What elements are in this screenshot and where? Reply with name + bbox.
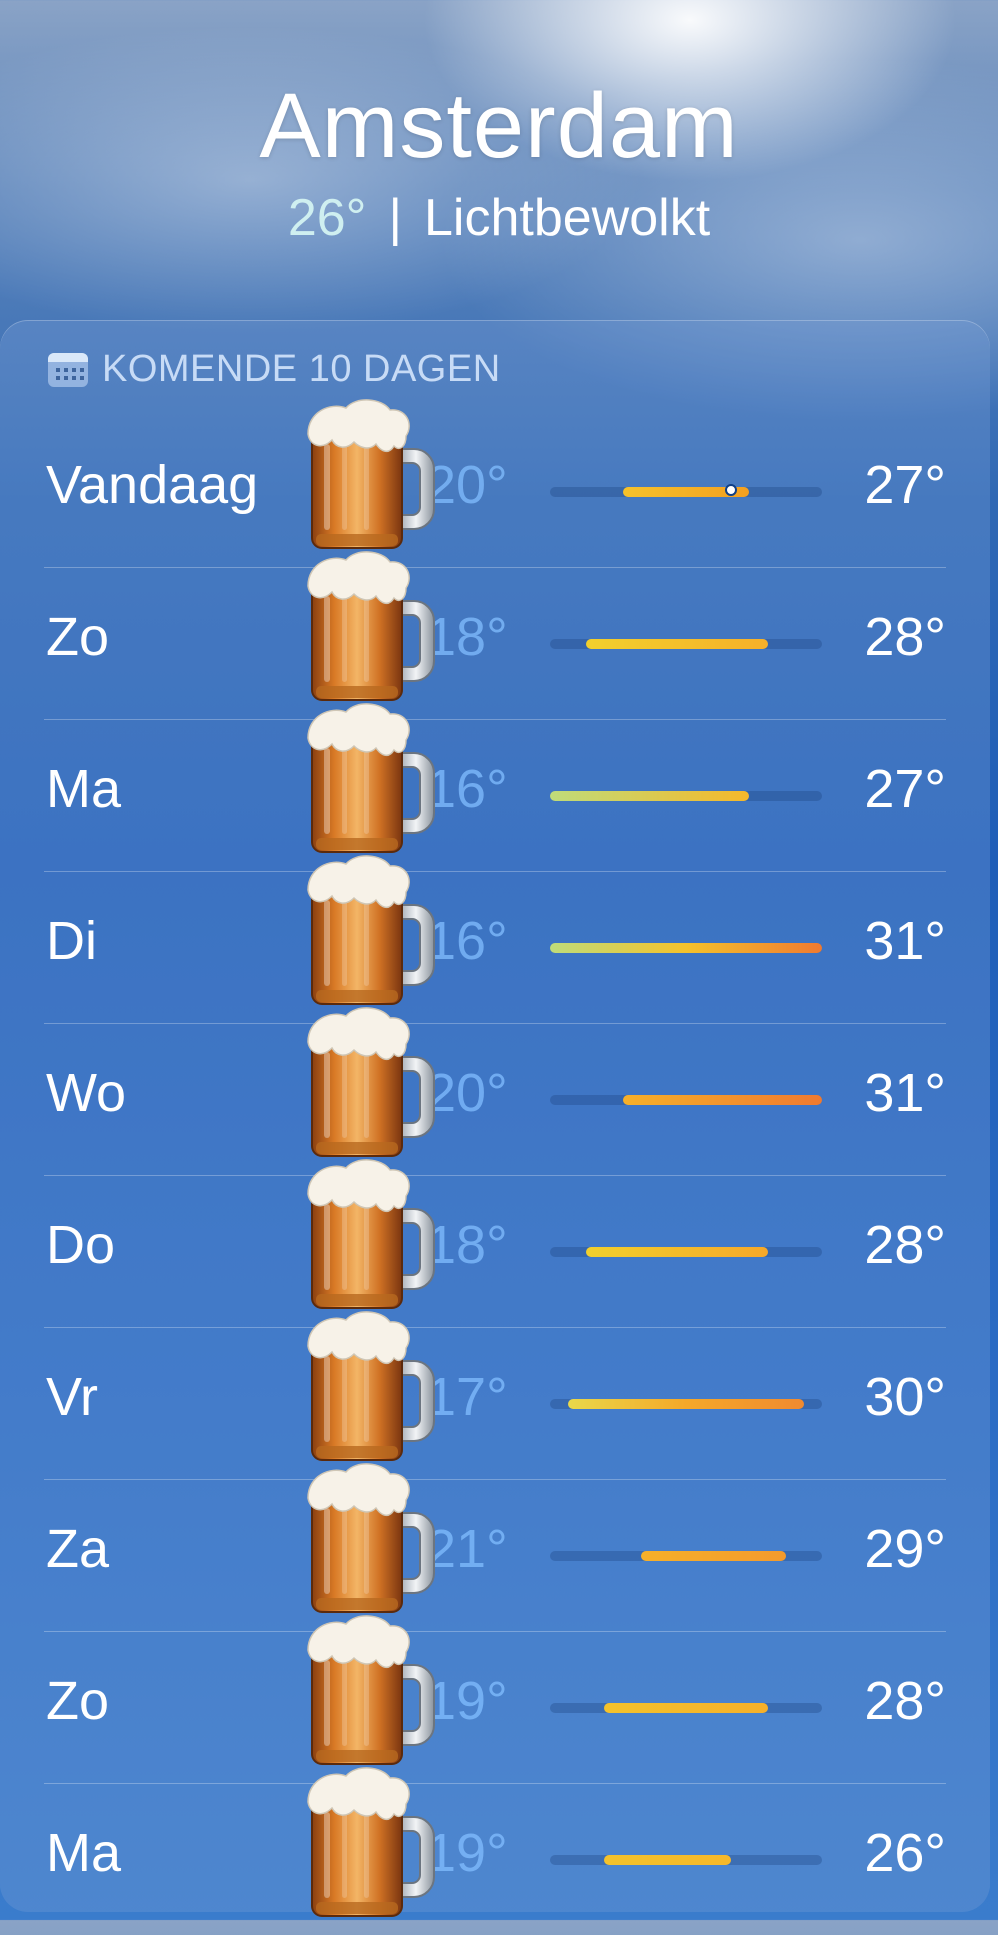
temperature-range-bar — [550, 943, 822, 953]
beer-mug-icon — [302, 1154, 442, 1314]
weather-condition: Lichtbewolkt — [424, 189, 711, 247]
high-temperature: 31° — [864, 1063, 946, 1123]
forecast-card-header: KOMENDE 10 DAGEN — [48, 348, 501, 391]
current-temperature: 26° — [287, 189, 367, 247]
beer-mug-icon — [302, 546, 442, 706]
temperature-range-track — [550, 1703, 822, 1713]
temperature-range-track — [550, 943, 822, 953]
day-label: Vr — [46, 1367, 98, 1427]
forecast-row[interactable]: Di 16° 31° — [44, 855, 946, 1024]
forecast-title: KOMENDE 10 DAGEN — [102, 348, 501, 390]
city-name: Amsterdam — [259, 75, 739, 177]
ten-day-forecast-card[interactable]: KOMENDE 10 DAGEN Vandaag 20° 27° Zo 18° 28° … — [0, 320, 990, 1917]
temperature-range-bar — [640, 1551, 786, 1561]
day-label: Ma — [46, 1823, 122, 1883]
temperature-range-bar — [586, 1247, 768, 1257]
beer-mug-icon — [302, 394, 442, 554]
high-temperature: 26° — [864, 1823, 946, 1883]
beer-mug-icon — [302, 1306, 442, 1466]
temperature-range-bar — [622, 1095, 822, 1105]
beer-mug-icon — [302, 850, 442, 1010]
forecast-row[interactable]: Zo 19° 28° — [44, 1615, 946, 1784]
day-label: Wo — [46, 1063, 127, 1123]
forecast-row[interactable]: Zo 18° 28° — [44, 551, 946, 720]
calendar-icon — [48, 352, 88, 387]
temperature-range-bar — [586, 639, 768, 649]
temperature-range-track — [550, 1399, 822, 1409]
forecast-row[interactable]: Vandaag 20° 27° — [44, 399, 946, 568]
beer-mug-icon — [302, 1458, 442, 1618]
high-temperature: 28° — [864, 1215, 946, 1275]
forecast-row[interactable]: Za 21° 29° — [44, 1463, 946, 1632]
day-label: Vandaag — [46, 455, 259, 515]
high-temperature: 27° — [864, 455, 946, 515]
forecast-row[interactable]: Ma 16° 27° — [44, 703, 946, 872]
high-temperature: 28° — [864, 607, 946, 667]
high-temperature: 29° — [864, 1519, 946, 1579]
high-temperature: 31° — [864, 911, 946, 971]
temperature-range-track — [550, 639, 822, 649]
temperature-range-track — [550, 791, 822, 801]
day-label: Zo — [46, 607, 110, 667]
day-label: Ma — [46, 759, 122, 819]
location-header: Amsterdam 26° | Lichtbewolkt — [0, 80, 998, 244]
temperature-range-track — [550, 484, 822, 497]
temperature-range-track — [550, 1247, 822, 1257]
temperature-range-track — [550, 1855, 822, 1865]
day-label: Za — [46, 1519, 110, 1579]
high-temperature: 28° — [864, 1671, 946, 1731]
temperature-range-bar — [568, 1399, 804, 1409]
temperature-range-track — [550, 1095, 822, 1105]
current-conditions: 26° | Lichtbewolkt — [0, 192, 998, 244]
high-temperature: 30° — [864, 1367, 946, 1427]
high-temperature: 27° — [864, 759, 946, 819]
temperature-range-track — [550, 1551, 822, 1561]
temperature-range-bar — [604, 1703, 768, 1713]
beer-mug-icon — [302, 698, 442, 858]
separator: | — [388, 189, 402, 247]
forecast-row[interactable]: Wo 20° 31° — [44, 1007, 946, 1176]
day-label: Di — [46, 911, 97, 971]
temperature-range-bar — [550, 791, 750, 801]
day-label: Zo — [46, 1671, 110, 1731]
forecast-row[interactable]: Ma 19° 26° — [44, 1767, 946, 1935]
forecast-list: Vandaag 20° 27° Zo 18° 28° Ma 16° 27° Di 16° 31°… — [44, 399, 946, 1935]
beer-mug-icon — [302, 1610, 442, 1770]
day-label: Do — [46, 1215, 116, 1275]
beer-mug-icon — [302, 1002, 442, 1162]
temperature-range-bar — [604, 1855, 732, 1865]
beer-mug-icon — [302, 1762, 442, 1922]
forecast-row[interactable]: Do 18° 28° — [44, 1159, 946, 1328]
forecast-row[interactable]: Vr 17° 30° — [44, 1311, 946, 1480]
